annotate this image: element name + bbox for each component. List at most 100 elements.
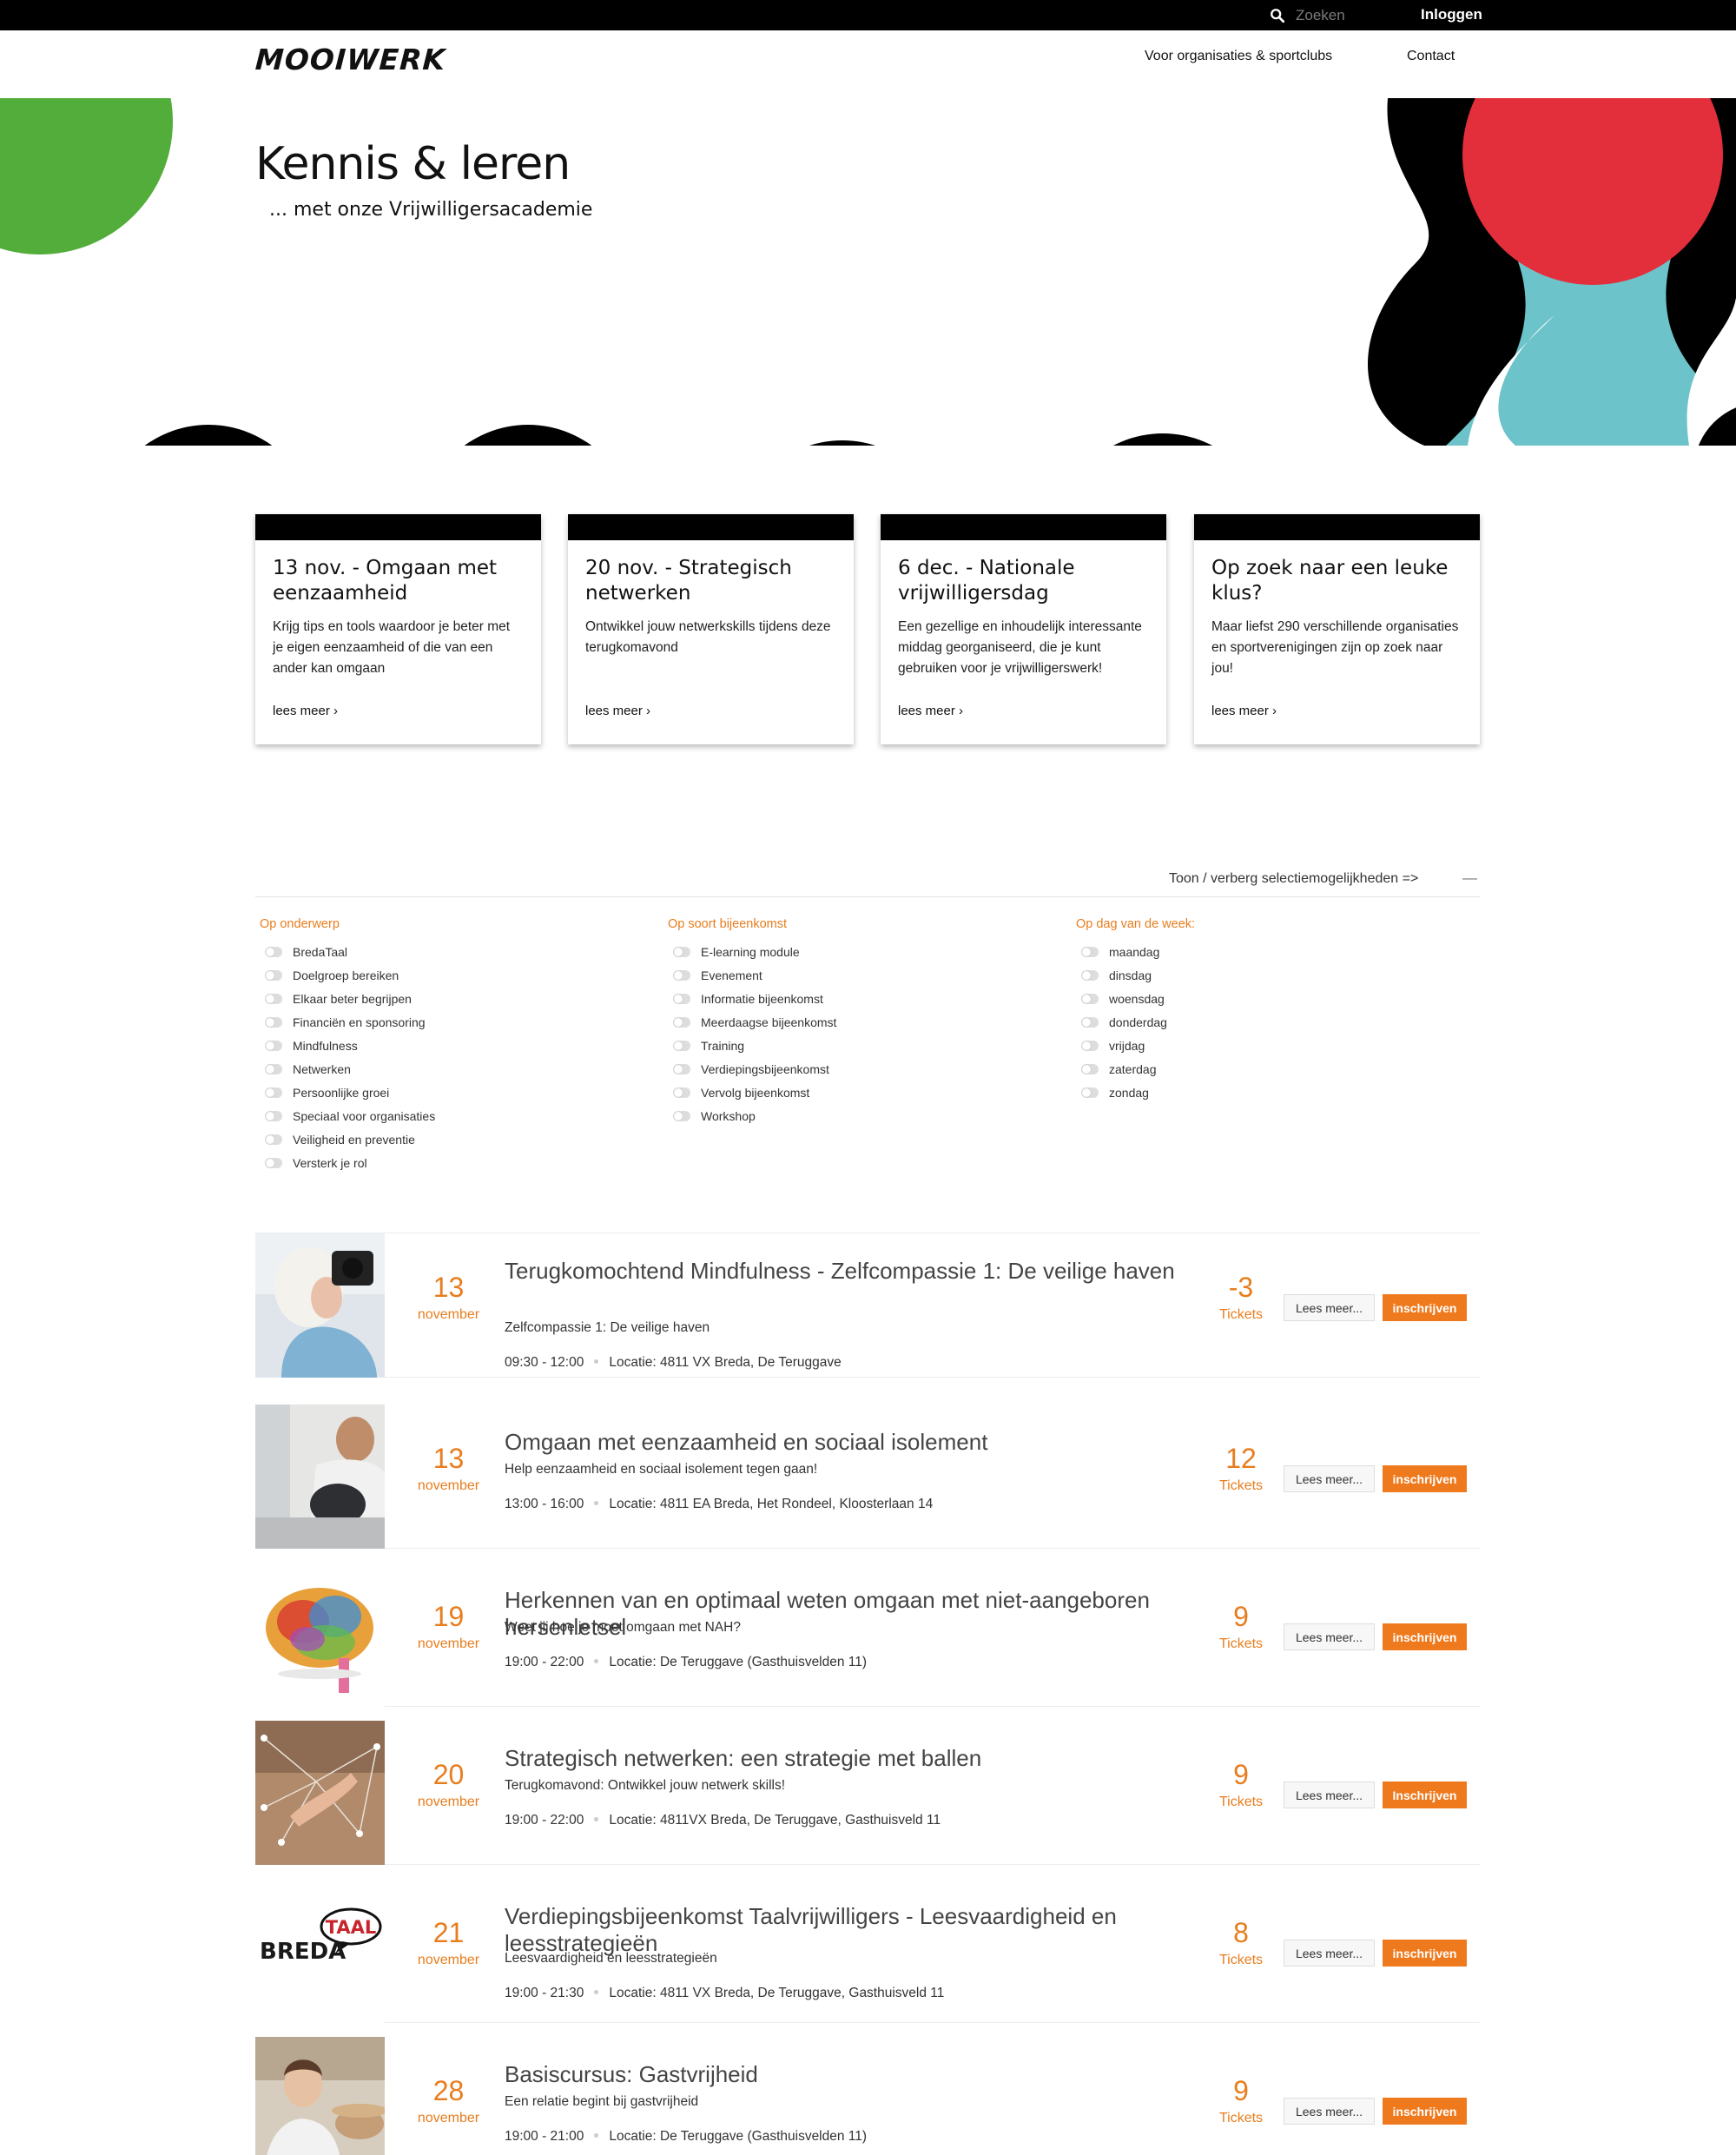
signup-button[interactable]: Inschrijven [1383,1782,1467,1808]
toggle-switch[interactable] [265,1016,282,1028]
separator-dot [594,1659,599,1663]
filter-option[interactable]: Versterk je rol [260,1151,435,1174]
toggle-switch[interactable] [1081,1040,1099,1051]
card-text: Ontwikkel jouw netwerkskills tijdens dez… [585,619,831,655]
search-icon[interactable] [1270,8,1285,23]
filter-option[interactable]: Speciaal voor organisaties [260,1104,435,1127]
filter-option[interactable]: BredaTaal [260,940,435,963]
site-logo[interactable]: MOOIWERK [254,43,446,76]
toggle-switch[interactable] [265,993,282,1004]
filter-option[interactable]: Netwerken [260,1057,435,1081]
toggle-switch[interactable] [265,1063,282,1074]
toggle-switch[interactable] [1081,946,1099,957]
event-subtitle: Terugkomavond: Ontwikkel jouw netwerk sk… [505,1778,786,1793]
read-more-link[interactable]: lees meer › [898,704,963,718]
toggle-switch[interactable] [673,993,690,1004]
toggle-switch[interactable] [265,1110,282,1121]
promo-card[interactable]: Op zoek naar een leuke klus? Maar liefst… [1194,514,1480,744]
read-more-button[interactable]: Lees meer... [1284,1465,1375,1492]
card-header-bar [568,514,854,540]
nav-contact[interactable]: Contact [1407,49,1455,64]
toggle-switch[interactable] [265,1157,282,1168]
event-meta: 13:00 - 16:00 Locatie: 4811 EA Breda, Het… [505,1497,933,1512]
event-image[interactable]: TAAL BREDA [255,1879,385,2023]
search-box[interactable] [1270,5,1400,26]
filter-option-label: Financiën en sponsoring [293,1015,426,1029]
filter-option[interactable]: E-learning module [668,940,836,963]
filter-option[interactable]: dinsdag [1076,963,1195,987]
event-title[interactable]: Verdiepingsbijeenkomst Taalvrijwilligers… [505,1903,1191,1957]
filter-option[interactable]: Doelgroep bereiken [260,963,435,987]
event-title[interactable]: Omgaan met eenzaamheid en sociaal isolem… [505,1429,1191,1456]
collapse-icon[interactable]: — [1462,869,1477,887]
filter-option[interactable]: Persoonlijke groei [260,1081,435,1104]
toggle-switch[interactable] [1081,993,1099,1004]
read-more-link[interactable]: lees meer › [273,704,338,718]
event-image[interactable] [255,1233,385,1378]
signup-button[interactable]: inschrijven [1383,1465,1467,1492]
promo-card[interactable]: 6 dec. - Nationale vrijwilligersdag Een … [881,514,1166,744]
search-input[interactable] [1296,7,1400,24]
login-link[interactable]: Inloggen [1421,6,1482,23]
toggle-switch[interactable] [673,969,690,981]
read-more-button[interactable]: Lees meer... [1284,1782,1375,1808]
read-more-button[interactable]: Lees meer... [1284,1294,1375,1321]
toggle-switch[interactable] [265,1134,282,1145]
event-image[interactable] [255,2037,385,2155]
event-title[interactable]: Basiscursus: Gastvrijheid [505,2061,1191,2088]
filter-option[interactable]: zondag [1076,1081,1195,1104]
filter-option[interactable]: vrijdag [1076,1034,1195,1057]
event-image[interactable] [255,1405,385,1549]
read-more-button[interactable]: Lees meer... [1284,1940,1375,1967]
event-image[interactable] [255,1721,385,1865]
toggle-switch[interactable] [673,1016,690,1028]
toggle-switch[interactable] [265,969,282,981]
toggle-switch[interactable] [673,946,690,957]
filter-option[interactable]: woensdag [1076,987,1195,1010]
toggle-switch[interactable] [673,1087,690,1098]
read-more-button[interactable]: Lees meer... [1284,2098,1375,2125]
toggle-switch[interactable] [1081,969,1099,981]
filter-option[interactable]: Training [668,1034,836,1057]
toggle-switch[interactable] [673,1063,690,1074]
toggle-switch[interactable] [1081,1087,1099,1098]
filter-option-label: vrijdag [1109,1038,1145,1053]
toggle-switch[interactable] [673,1040,690,1051]
toggle-switch[interactable] [265,1040,282,1051]
signup-button[interactable]: inschrijven [1383,1294,1467,1321]
event-meta: 19:00 - 21:00 Locatie: De Teruggave (Gast… [505,2129,867,2145]
read-more-link[interactable]: lees meer › [1211,704,1277,718]
filter-option[interactable]: Elkaar beter begrijpen [260,987,435,1010]
signup-button[interactable]: inschrijven [1383,1940,1467,1967]
toggle-switch[interactable] [265,1087,282,1098]
signup-button[interactable]: inschrijven [1383,1623,1467,1650]
filter-option[interactable]: Veiligheid en preventie [260,1127,435,1151]
nav-organisations[interactable]: Voor organisaties & sportclubs [1145,49,1332,64]
toggle-switch[interactable] [1081,1063,1099,1074]
filter-option[interactable]: donderdag [1076,1010,1195,1034]
filter-option[interactable]: Informatie bijeenkomst [668,987,836,1010]
promo-card[interactable]: 13 nov. - Omgaan met eenzaamheid Krijg t… [255,514,541,744]
event-title[interactable]: Terugkomochtend Mindfulness - Zelfcompas… [505,1258,1191,1285]
read-more-button[interactable]: Lees meer... [1284,1623,1375,1650]
toggle-switch[interactable] [673,1110,690,1121]
event-title[interactable]: Strategisch netwerken: een strategie met… [505,1745,1191,1772]
filter-option[interactable]: Vervolg bijeenkomst [668,1081,836,1104]
event-image[interactable] [255,1563,385,1707]
tickets-count: -3 [1228,1272,1254,1303]
filter-option[interactable]: Verdiepingsbijeenkomst [668,1057,836,1081]
filter-option[interactable]: Financiën en sponsoring [260,1010,435,1034]
filter-option[interactable]: Evenement [668,963,836,987]
toggle-switch[interactable] [265,946,282,957]
signup-button[interactable]: inschrijven [1383,2098,1467,2125]
filter-option[interactable]: maandag [1076,940,1195,963]
filter-option[interactable]: Meerdaagse bijeenkomst [668,1010,836,1034]
filter-option[interactable]: zaterdag [1076,1057,1195,1081]
toggle-switch[interactable] [1081,1016,1099,1028]
filter-option[interactable]: Mindfulness [260,1034,435,1057]
toggle-filters-link[interactable]: Toon / verberg selectiemogelijkheden => [1169,871,1418,887]
read-more-link[interactable]: lees meer › [585,704,650,718]
filter-option[interactable]: Workshop [668,1104,836,1127]
event-time: 19:00 - 22:00 [505,1655,584,1669]
promo-card[interactable]: 20 nov. - Strategisch netwerken Ontwikke… [568,514,854,744]
